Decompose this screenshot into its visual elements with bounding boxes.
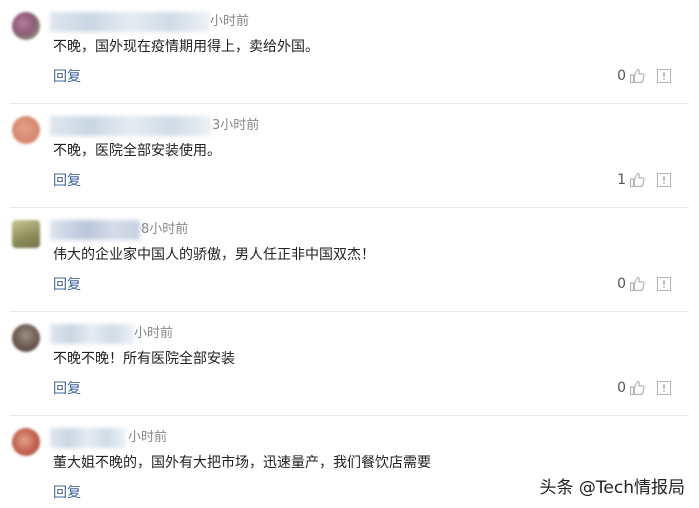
avatar[interactable] [12,220,40,248]
report-icon[interactable] [657,172,671,187]
thumbs-up-icon[interactable] [629,380,645,396]
report-icon[interactable] [657,276,671,291]
reply-button[interactable]: 回复 [53,484,81,502]
comment-text: 伟大的企业家中国人的骄傲，男人任正非中国双杰！ [53,247,375,263]
comment-item: 8小时前 伟大的企业家中国人的骄傲，男人任正非中国双杰！ 回复 0 [0,208,699,312]
avatar[interactable] [12,324,40,352]
thumbs-up-icon[interactable] [629,68,645,84]
avatar[interactable] [12,428,40,456]
comment-time: 小时前 [128,430,168,445]
username-blurred[interactable] [50,324,134,344]
comment-time: 3小时前 [212,118,260,133]
reply-button[interactable]: 回复 [53,68,81,86]
thumbs-up-icon[interactable] [629,276,645,292]
like-count: 0 [617,68,626,84]
comment-text: 不晚，医院全部安装使用。 [53,143,221,159]
like-button[interactable]: 0 [617,378,645,398]
reply-button[interactable]: 回复 [53,380,81,398]
watermark: 头条 @Tech情报局 [539,478,685,498]
comment-item: 小时前 不晚不晚！所有医院全部安装 回复 0 [0,312,699,416]
like-count: 0 [617,380,626,396]
like-button[interactable]: 1 [617,170,645,190]
username-blurred[interactable] [50,116,212,136]
report-icon[interactable] [657,380,671,395]
comment-item: 小时前 不晚，国外现在疫情期用得上，卖给外国。 回复 0 [0,0,699,104]
comment-text: 董大姐不晚的，国外有大把市场，迅速量产，我们餐饮店需要 [53,455,431,471]
reply-button[interactable]: 回复 [53,276,81,294]
comment-time: 小时前 [210,14,250,29]
comment-time: 8小时前 [141,222,189,237]
comment-text: 不晚，国外现在疫情期用得上，卖给外国。 [53,39,319,55]
username-blurred[interactable] [50,220,140,240]
comment-item: 3小时前 不晚，医院全部安装使用。 回复 1 [0,104,699,208]
username-blurred[interactable] [50,12,210,32]
like-count: 1 [617,172,626,188]
avatar[interactable] [12,116,40,144]
reply-button[interactable]: 回复 [53,172,81,190]
comment-time: 小时前 [134,326,174,341]
comment-text: 不晚不晚！所有医院全部安装 [53,351,235,367]
like-count: 0 [617,276,626,292]
report-icon[interactable] [657,68,671,83]
username-blurred[interactable] [50,428,126,448]
avatar[interactable] [12,12,40,40]
like-button[interactable]: 0 [617,274,645,294]
like-button[interactable]: 0 [617,66,645,86]
comment-list: 小时前 不晚，国外现在疫情期用得上，卖给外国。 回复 0 3小时前 不晚，医院全… [0,0,699,508]
thumbs-up-icon[interactable] [629,172,645,188]
